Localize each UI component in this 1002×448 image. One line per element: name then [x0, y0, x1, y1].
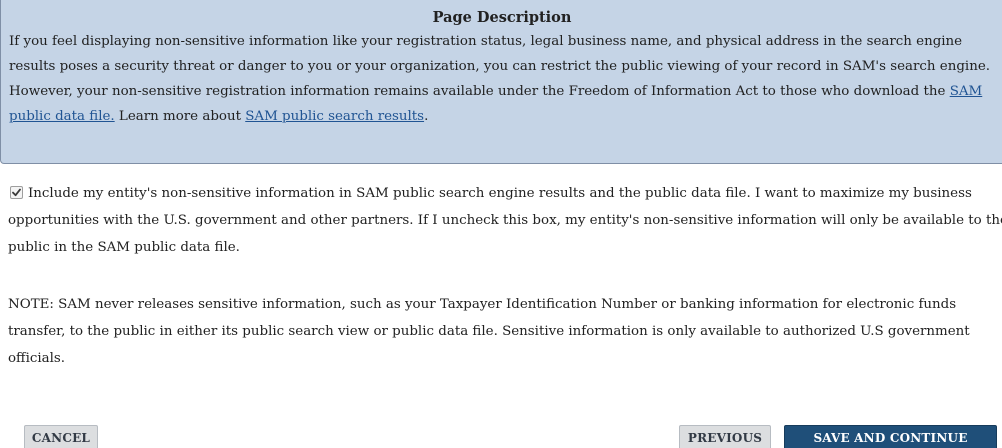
description-text-part-2: Learn more about [114, 109, 246, 124]
page-description-text: If you feel displaying non-sensitive inf… [9, 29, 995, 129]
include-public-search-checkbox[interactable] [10, 186, 23, 199]
previous-button[interactable]: PREVIOUS [679, 425, 771, 448]
page-description-panel: Page Description If you feel displaying … [0, 0, 1002, 164]
description-text-part-3: . [424, 109, 429, 124]
page-description-title: Page Description [432, 9, 572, 26]
checkmark-icon [12, 188, 21, 197]
public-display-consent: Include my entity's non-sensitive inform… [8, 180, 1002, 261]
save-and-continue-button[interactable]: SAVE AND CONTINUE [784, 425, 997, 448]
description-text-part-1: If you feel displaying non-sensitive inf… [9, 34, 990, 99]
cancel-button[interactable]: CANCEL [24, 425, 98, 448]
include-public-search-label: Include my entity's non-sensitive inform… [8, 186, 1002, 255]
sensitive-info-note: NOTE: SAM never releases sensitive infor… [8, 297, 970, 366]
sam-public-search-results-link[interactable]: SAM public search results [245, 109, 424, 124]
